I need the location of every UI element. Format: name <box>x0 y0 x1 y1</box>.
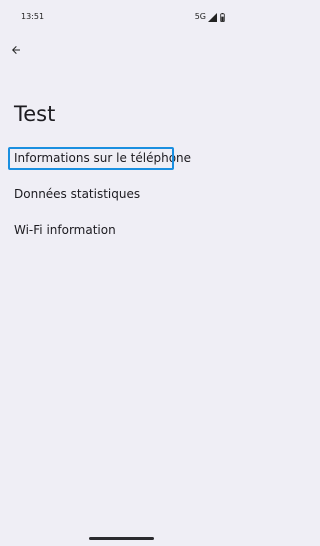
status-icons: 5G <box>195 11 225 23</box>
focus-highlight <box>8 147 174 170</box>
signal-icon <box>208 12 217 22</box>
menu-item-wifi-information[interactable]: Wi-Fi information <box>14 222 116 238</box>
arrow-left-icon <box>12 46 20 54</box>
navigation-handle[interactable] <box>89 537 154 540</box>
page-title: Test <box>14 102 56 126</box>
status-bar: 13:51 5G <box>0 0 243 34</box>
menu-item-usage-statistics[interactable]: Données statistiques <box>14 186 140 202</box>
status-time: 13:51 <box>21 12 45 21</box>
back-button[interactable] <box>6 40 26 60</box>
network-type: 5G <box>194 12 206 21</box>
battery-icon <box>220 12 225 22</box>
